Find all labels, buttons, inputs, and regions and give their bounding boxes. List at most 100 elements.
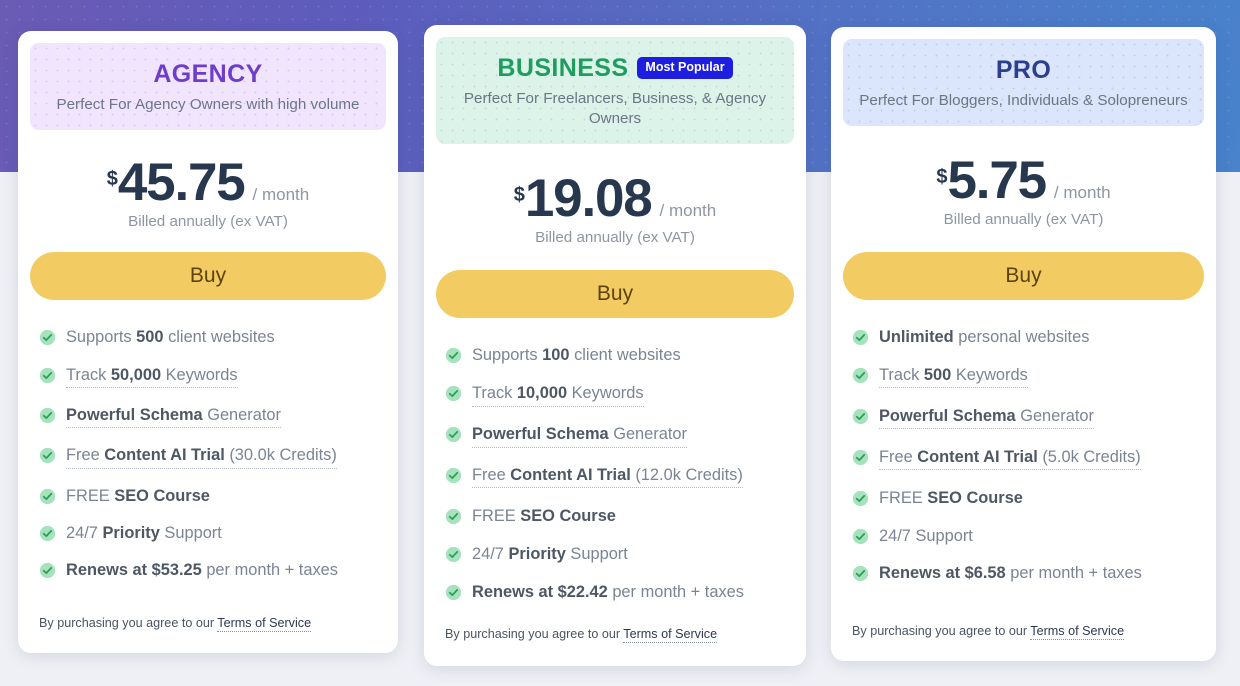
feature-label[interactable]: Powerful Schema Generator [472,425,687,448]
feature-item: Track 10,000 Keywords [445,384,785,407]
price-billing-note-pro: Billed annually (ex VAT) [943,211,1104,229]
terms-of-service-link-pro[interactable]: Terms of Service [1030,623,1125,640]
feature-item: Renews at $22.42 per month + taxes [445,583,785,602]
pricing-card-agency: AGENCY Perfect For Agency Owners with hi… [18,31,398,653]
feature-item: Track 500 Keywords [852,366,1195,389]
price-period-agency: / month [252,185,310,205]
check-circle-icon [39,448,56,464]
price-amount-agency: 45.75 [117,153,246,213]
feature-label: Renews at $6.58 per month + taxes [879,564,1142,583]
feature-label: FREE SEO Course [879,488,1023,507]
price-amount-pro: 5.75 [947,151,1048,211]
feature-item: Renews at $6.58 per month + taxes [852,564,1195,583]
feature-item: Powerful Schema Generator [852,407,1195,430]
terms-of-service-link-agency[interactable]: Terms of Service [217,615,312,632]
check-circle-icon [445,546,462,562]
plan-tagline-business: Perfect For Freelancers, Business, & Age… [463,90,767,128]
pricing-card-business: BUSINESS Most Popular Perfect For Freela… [424,25,806,666]
check-circle-icon [852,490,869,506]
price-block-business: $ 19.08 / month Billed annually (ex VAT) [436,172,794,246]
check-circle-icon [852,367,869,384]
feature-label: FREE SEO Course [66,486,210,505]
price-period-business: / month [659,201,717,221]
feature-item: Supports 500 client websites [39,328,377,347]
feature-label[interactable]: Powerful Schema Generator [879,407,1094,430]
plan-title-business: BUSINESS [497,54,629,82]
plan-title-row-business: BUSINESS Most Popular [450,54,780,82]
feature-item: Free Content AI Trial (5.0k Credits) [852,448,1195,471]
plan-header-agency: AGENCY Perfect For Agency Owners with hi… [30,43,386,131]
feature-item: FREE SEO Course [39,487,377,506]
buy-button-pro[interactable]: Buy [843,252,1204,301]
buy-button-business[interactable]: Buy [436,270,794,319]
plan-title-agency: AGENCY [153,60,263,88]
check-circle-icon [39,488,56,504]
price-block-agency: $ 45.75 / month Billed annually (ex VAT) [30,156,386,230]
price-billing-note-business: Billed annually (ex VAT) [535,229,695,247]
feature-label[interactable]: Track 500 Keywords [879,366,1028,389]
card-footer-business: By purchasing you agree to our Terms of … [436,626,794,666]
check-circle-icon [39,525,56,542]
check-circle-icon [445,508,462,525]
price-currency-pro: $ [936,166,948,189]
feature-label: Renews at $22.42 per month + taxes [472,582,744,601]
feature-item: Free Content AI Trial (12.0k Credits) [445,466,785,489]
feature-label[interactable]: Free Content AI Trial (5.0k Credits) [879,448,1141,471]
terms-of-service-link-business[interactable]: Terms of Service [623,626,718,643]
card-footer-pro: By purchasing you agree to our Terms of … [843,623,1204,661]
feature-list-business: Supports 100 client websites Track 10,000… [436,346,794,620]
price-currency-agency: $ [106,168,118,191]
feature-label: Supports 500 client websites [66,328,275,347]
check-circle-icon [852,566,869,582]
feature-item: Powerful Schema Generator [445,425,785,448]
price-period-pro: / month [1053,183,1111,203]
price-currency-business: $ [513,184,525,207]
feature-item: FREE SEO Course [445,507,785,526]
feature-item: FREE SEO Course [852,489,1195,508]
price-row-pro: $ 5.75 / month [843,154,1204,207]
check-circle-icon [39,407,56,424]
feature-label: Unlimited personal websites [879,328,1090,347]
feature-label: Supports 100 client websites [472,346,681,365]
feature-label: 24/7 Support [879,526,973,545]
footer-note-prefix-business: By purchasing you agree to our [445,626,624,641]
feature-label[interactable]: Track 10,000 Keywords [472,384,644,407]
check-circle-icon [852,330,869,346]
footer-note-prefix-pro: By purchasing you agree to our [852,623,1031,638]
feature-label: FREE SEO Course [472,506,616,525]
feature-label[interactable]: Track 50,000 Keywords [66,366,238,388]
feature-item: Unlimited personal websites [852,328,1195,347]
feature-list-pro: Unlimited personal websites Track 500 Key… [843,328,1204,602]
feature-label[interactable]: Free Content AI Trial (12.0k Credits) [472,466,743,489]
check-circle-icon [445,386,462,402]
check-circle-icon [445,348,462,364]
card-footer-agency: By purchasing you agree to our Terms of … [30,615,386,653]
price-amount-business: 19.08 [524,169,653,229]
most-popular-badge: Most Popular [637,57,733,79]
feature-label[interactable]: Powerful Schema Generator [66,406,281,429]
feature-item: 24/7 Priority Support [445,545,785,564]
feature-item: Track 50,000 Keywords [39,366,377,388]
footer-note-prefix-agency: By purchasing you agree to our [39,615,218,630]
pricing-card-pro: PRO Perfect For Bloggers, Individuals & … [831,27,1216,661]
buy-button-agency[interactable]: Buy [30,252,386,301]
feature-label: 24/7 Priority Support [66,524,222,543]
check-circle-icon [445,584,462,600]
plan-title-row-pro: PRO [857,56,1190,84]
price-row-business: $ 19.08 / month [436,172,794,225]
plan-tagline-pro: Perfect For Bloggers, Individuals & Solo… [859,92,1188,109]
feature-label[interactable]: Free Content AI Trial (30.0k Credits) [66,446,337,469]
check-circle-icon [445,427,462,443]
feature-item: Free Content AI Trial (30.0k Credits) [39,446,377,469]
check-circle-icon [445,467,462,484]
price-row-agency: $ 45.75 / month [30,156,386,209]
check-circle-icon [852,408,869,425]
plan-tagline-agency: Perfect For Agency Owners with high volu… [56,96,360,113]
feature-item: Supports 100 client websites [445,346,785,365]
plan-title-row-agency: AGENCY [44,60,372,88]
price-block-pro: $ 5.75 / month Billed annually (ex VAT) [843,154,1204,228]
plan-header-pro: PRO Perfect For Bloggers, Individuals & … [843,39,1204,127]
check-circle-icon [852,528,869,544]
price-billing-note-agency: Billed annually (ex VAT) [128,213,288,231]
check-circle-icon [852,449,869,465]
